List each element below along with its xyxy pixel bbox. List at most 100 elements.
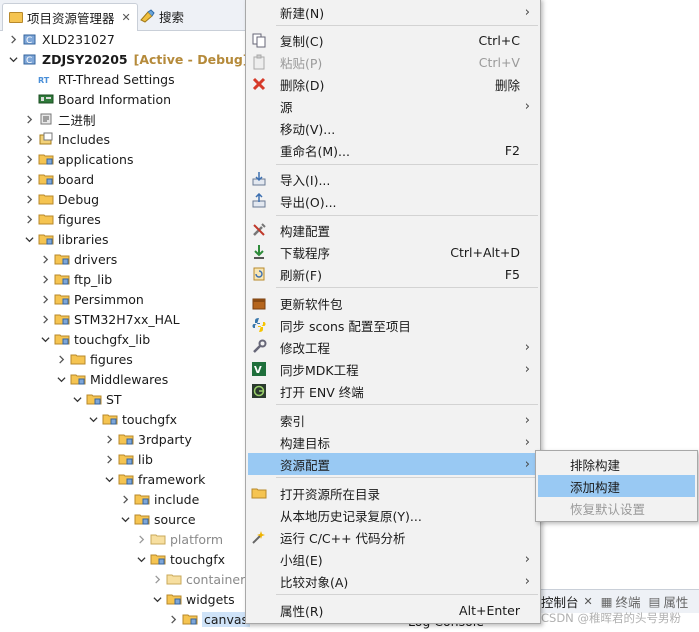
tree-row-touchgfx-lib[interactable]: touchgfx_lib: [38, 329, 150, 349]
menu-item-build-targets[interactable]: 构建目标 ›: [248, 431, 538, 453]
chevron-down-icon[interactable]: [150, 592, 164, 606]
menu-item-sync-mdk[interactable]: V 同步MDK工程 ›: [248, 358, 538, 380]
chevron-down-icon[interactable]: [22, 232, 36, 246]
tree-row-lib[interactable]: lib: [102, 449, 153, 469]
submenu-item-add-to-build[interactable]: 添加构建: [538, 475, 695, 497]
menu-item-sync-scons[interactable]: 同步 scons 配置至项目: [248, 314, 538, 336]
chevron-right-icon[interactable]: [38, 272, 52, 286]
tree-row-include[interactable]: include: [118, 489, 199, 509]
menu-item-rename[interactable]: 重命名(M)... F2: [248, 139, 538, 161]
chevron-down-icon[interactable]: [86, 412, 100, 426]
tab-search[interactable]: 搜索: [133, 3, 190, 29]
menu-item-import[interactable]: 导入(I)...: [248, 168, 538, 190]
tree-item-label: touchgfx_lib: [74, 331, 151, 347]
menu-item-open-containing-folder[interactable]: 打开资源所在目录: [248, 482, 538, 504]
chevron-right-icon[interactable]: [22, 172, 36, 186]
close-icon[interactable]: ✕: [584, 595, 593, 608]
chevron-right-icon[interactable]: [38, 252, 52, 266]
chevron-right-icon[interactable]: [166, 612, 180, 626]
menu-item-team[interactable]: 小组(E) ›: [248, 548, 538, 570]
chevron-down-icon[interactable]: [38, 332, 52, 346]
tree-row-framework[interactable]: framework: [102, 469, 205, 489]
tree-row-widgets[interactable]: widgets: [150, 589, 235, 609]
tab-properties[interactable]: ▤ 属性: [649, 592, 689, 611]
chevron-down-icon[interactable]: [6, 52, 20, 66]
project-tree[interactable]: C XLD231027 C ZDJSY20205 [Active - Debug…: [0, 31, 250, 632]
wrench-icon: [251, 339, 267, 355]
chevron-right-icon[interactable]: [22, 132, 36, 146]
tab-project-explorer[interactable]: 项目资源管理器 ✕: [2, 3, 138, 31]
menu-item-move[interactable]: 移动(V)...: [248, 117, 538, 139]
menu-item-paste[interactable]: 粘贴(P) Ctrl+V: [248, 51, 538, 73]
menu-item-run-code-analysis[interactable]: 运行 C/C++ 代码分析: [248, 526, 538, 548]
tree-row-touchgfx[interactable]: touchgfx: [86, 409, 177, 429]
tree-row-containers[interactable]: containers: [150, 569, 250, 589]
tree-row-middlewares[interactable]: Middlewares: [54, 369, 168, 389]
tree-row-xld231027[interactable]: C XLD231027: [6, 31, 115, 49]
tree-row-stm32h7xx-hal[interactable]: STM32H7xx_HAL: [38, 309, 180, 329]
chevron-right-icon[interactable]: [22, 112, 36, 126]
menu-item-open-env-terminal[interactable]: 打开 ENV 终端: [248, 380, 538, 402]
tree-row-includes[interactable]: Includes: [22, 129, 110, 149]
chevron-right-icon[interactable]: [22, 192, 36, 206]
tree-item-label: 3rdparty: [138, 431, 192, 447]
menu-item-copy[interactable]: 复制(C) Ctrl+C: [248, 29, 538, 51]
chevron-down-icon[interactable]: [102, 472, 116, 486]
submenu-item-restore-defaults[interactable]: 恢复默认设置: [538, 497, 695, 519]
chevron-down-icon[interactable]: [54, 372, 68, 386]
chevron-right-icon[interactable]: [38, 292, 52, 306]
chevron-right-icon[interactable]: [118, 492, 132, 506]
menu-item-modify-project[interactable]: 修改工程 ›: [248, 336, 538, 358]
tree-row-3rdparty[interactable]: 3rdparty: [102, 429, 192, 449]
chevron-right-icon[interactable]: [150, 572, 164, 586]
chevron-down-icon[interactable]: [134, 552, 148, 566]
tree-row-rt-thread-settings[interactable]: RT RT-Thread Settings: [22, 69, 175, 89]
chevron-right-icon[interactable]: [6, 32, 20, 46]
chevron-right-icon[interactable]: [38, 312, 52, 326]
menu-item-export[interactable]: 导出(O)...: [248, 190, 538, 212]
menu-item-index[interactable]: 索引 ›: [248, 409, 538, 431]
tree-row-canvas[interactable]: canvas: [166, 609, 250, 629]
tree-row-board-information[interactable]: Board Information: [22, 89, 171, 109]
tab-console[interactable]: 控制台 ✕: [541, 592, 593, 611]
tree-row-figures[interactable]: figures: [22, 209, 101, 229]
chevron-down-icon[interactable]: [118, 512, 132, 526]
menu-item-restore-local-history[interactable]: 从本地历史记录复原(Y)...: [248, 504, 538, 526]
chevron-right-icon[interactable]: [22, 212, 36, 226]
tree-row-libraries[interactable]: libraries: [22, 229, 109, 249]
chevron-down-icon[interactable]: [70, 392, 84, 406]
menu-item-source[interactable]: 源 ›: [248, 95, 538, 117]
tree-row-figures-2[interactable]: figures: [54, 349, 133, 369]
menu-separator: [276, 594, 538, 595]
tree-item-label: board: [58, 171, 95, 187]
menu-item-compare-with[interactable]: 比较对象(A) ›: [248, 570, 538, 592]
tree-row-board[interactable]: board: [22, 169, 94, 189]
menu-item-new[interactable]: 新建(N) ›: [248, 1, 538, 23]
menu-item-download-program[interactable]: 下载程序 Ctrl+Alt+D: [248, 241, 538, 263]
chevron-right-icon[interactable]: [134, 532, 148, 546]
tree-row-applications[interactable]: applications: [22, 149, 133, 169]
chevron-right-icon[interactable]: [102, 452, 116, 466]
tree-row-active-project[interactable]: C ZDJSY20205 [Active - Debug]: [6, 49, 249, 69]
chevron-right-icon[interactable]: [102, 432, 116, 446]
menu-item-build-config[interactable]: 构建配置: [248, 219, 538, 241]
tree-row-ftp-lib[interactable]: ftp_lib: [38, 269, 112, 289]
tree-row-platform[interactable]: platform: [134, 529, 223, 549]
menu-item-properties[interactable]: 属性(R) Alt+Enter: [248, 599, 538, 621]
tree-row-persimmon[interactable]: Persimmon: [38, 289, 144, 309]
tree-row-binaries[interactable]: 二进制: [22, 109, 96, 129]
menu-item-update-packages[interactable]: 更新软件包: [248, 292, 538, 314]
menu-item-resource-config[interactable]: 资源配置 ›: [248, 453, 538, 475]
chevron-right-icon[interactable]: [54, 352, 68, 366]
tree-row-source[interactable]: source: [118, 509, 196, 529]
tree-row-debug[interactable]: Debug: [22, 189, 99, 209]
menu-item-delete[interactable]: 删除(D) 删除: [248, 73, 538, 95]
tree-row-drivers[interactable]: drivers: [38, 249, 117, 269]
tab-terminal[interactable]: ▦ 终端: [601, 592, 641, 611]
menu-item-refresh[interactable]: 刷新(F) F5: [248, 263, 538, 285]
close-icon[interactable]: ✕: [122, 11, 131, 24]
tree-row-st[interactable]: ST: [70, 389, 122, 409]
tree-row-touchgfx-2[interactable]: touchgfx: [134, 549, 225, 569]
chevron-right-icon[interactable]: [22, 152, 36, 166]
submenu-item-exclude-from-build[interactable]: 排除构建: [538, 453, 695, 475]
